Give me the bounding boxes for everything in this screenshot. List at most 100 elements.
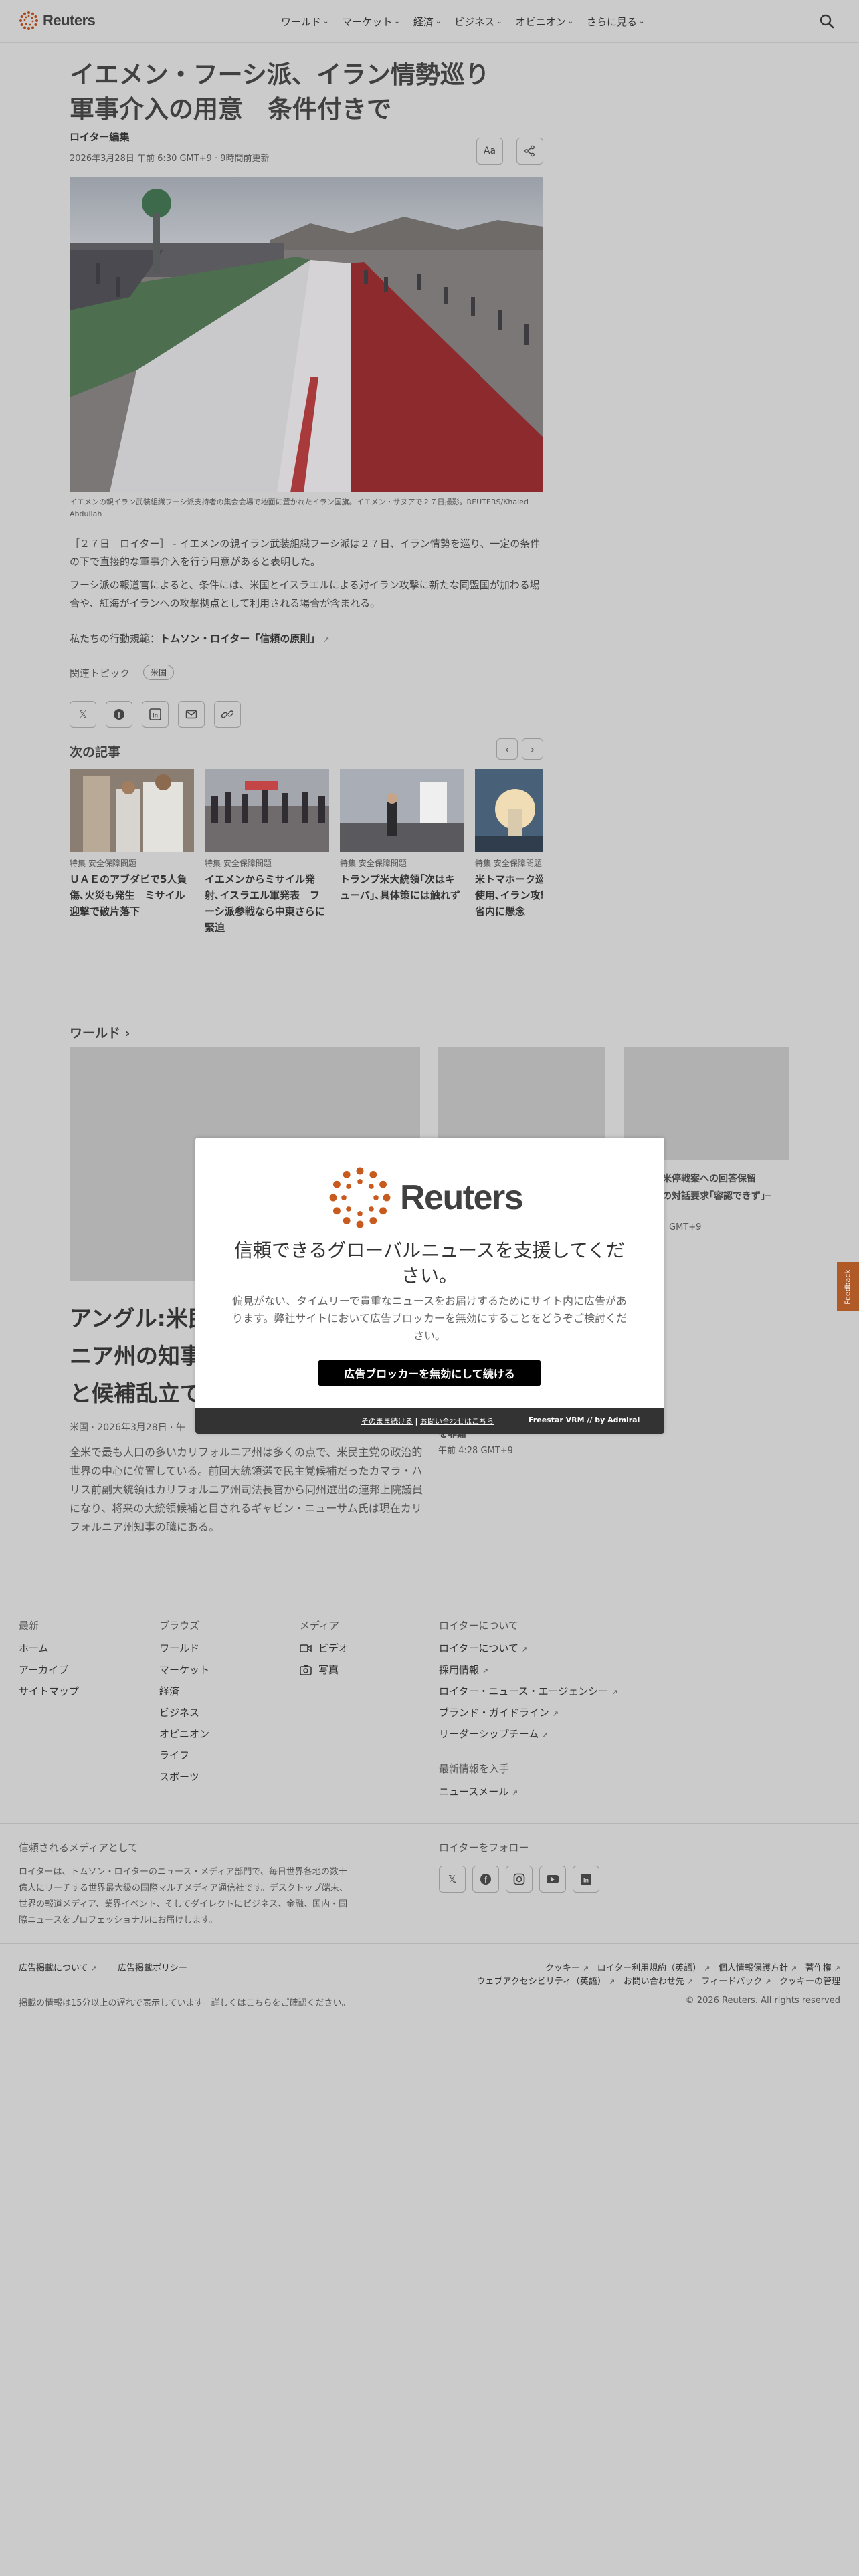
text-size-button[interactable]: Aa [476,138,503,165]
footer-link[interactable]: マーケット [159,1662,209,1677]
story-title[interactable]: の対話要求｢容認できず｣─ [662,1189,771,1202]
linkedin-icon: in [149,708,161,720]
footer-link[interactable]: スポーツ [159,1769,199,1784]
camera-icon [300,1665,312,1675]
next-article-card[interactable]: 特集 安全保障問題 トランプ米大統領｢次はキューバ｣､具体策には触れず [340,769,464,903]
footer-link-brand-guidelines[interactable]: ブランド・ガイドライン ↗ [439,1705,559,1719]
instagram-icon [513,1873,525,1885]
lead-headline-line: アングル:米民 [70,1305,210,1331]
accessibility-link[interactable]: ウェブアクセシビリティ（英語） ↗ [476,1977,615,1987]
share-button[interactable] [516,138,543,165]
article-headline: イエメン・フーシ派、イラン情勢巡り 軍事介入の用意 条件付きで [70,58,551,127]
footer-link-label: フィードバック [701,1977,763,1987]
external-link-icon: ↗ [704,1964,710,1973]
reuters-logo-icon [329,1167,391,1228]
continue-anyway-link[interactable]: そのまま続ける [361,1417,413,1426]
modal-reuters-logo: Reuters [328,1166,524,1230]
external-link-icon: ↗ [552,1709,559,1718]
chevron-down-icon: ⌄ [323,18,329,25]
nav-item-markets[interactable]: マーケット ⌄ [342,15,399,29]
footer-link-leadership[interactable]: リーダーシップチーム ↗ [439,1727,548,1741]
follow-x-button[interactable]: 𝕏 [439,1866,466,1893]
article-dateline: 2026年3月28日 午前 6:30 GMT+9 · 9時間前更新 [70,154,270,164]
copy-link-button[interactable] [214,701,241,728]
article-byline[interactable]: ロイター編集 [70,130,129,144]
svg-text:in: in [583,1877,589,1884]
footer-link-archive[interactable]: アーカイブ [19,1662,68,1677]
footer-link-sitemap[interactable]: サイトマップ [19,1684,79,1698]
follow-facebook-button[interactable]: f [472,1866,499,1893]
footer-link-careers[interactable]: 採用情報 ↗ [439,1662,488,1677]
follow-youtube-button[interactable] [539,1866,566,1893]
footer-link-label: ウェブアクセシビリティ（英語） [476,1977,606,1987]
nav-item-economy[interactable]: 経済 ⌄ [413,15,441,29]
ethics-prefix: 私たちの行動規範： [70,633,161,645]
card-title: ＵＡＥのアブダビで5人負傷､火災も発生 ミサイル迎撃で破片落下 [70,873,187,918]
copyright-link[interactable]: 著作権 ↗ [805,1963,840,1973]
article-thumbnail [205,769,329,852]
advertise-link[interactable]: 広告掲載について ↗ [19,1961,97,1973]
feedback-link[interactable]: フィードバック ↗ [701,1977,771,1987]
chevron-right-icon: › [124,1026,130,1041]
reuters-logo[interactable]: Reuters [19,11,96,31]
freestar-brand: Freestar VRM // by Admiral [529,1416,640,1424]
modal-footer: そのまま続ける | お問い合わせはこちら Freestar VRM // by … [195,1408,664,1434]
footer-link[interactable]: ワールド [159,1641,199,1655]
newsletter-link[interactable]: ニュースメール ↗ [439,1784,518,1798]
trust-principles-link[interactable]: トムソン・ロイター「信頼の原則」 [160,633,320,645]
lead-headline-line: ニア州の知事 [70,1343,202,1369]
manage-cookies-link[interactable]: クッキーの管理 [779,1977,840,1987]
nav-item-opinion[interactable]: オピニオン ⌄ [516,15,573,29]
cookies-link[interactable]: クッキー ↗ [545,1963,589,1973]
share-email-button[interactable] [178,701,205,728]
story-title[interactable]: 米停戦案への回答保留 [662,1172,756,1185]
topic-pill[interactable]: 米国 [143,665,175,680]
share-x-button[interactable]: 𝕏 [70,701,96,728]
footer-link[interactable]: オピニオン [159,1727,209,1741]
carousel-prev-button[interactable]: ‹ [496,738,518,760]
footer-link-label: お問い合わせ先 [623,1977,684,1987]
external-link-icon: ↗ [611,1688,618,1697]
footer-link[interactable]: ビジネス [159,1705,199,1719]
footer-link-photos[interactable]: 写真 [300,1662,339,1677]
related-topics-label: 関連トピック [70,667,130,679]
disable-adblocker-button[interactable]: 広告ブロッカーを無効にして続ける [318,1360,541,1386]
external-link-icon: ↗ [482,1667,489,1675]
footer-link[interactable]: 経済 [159,1684,179,1698]
share-linkedin-button[interactable]: in [142,701,169,728]
logo-text: Reuters [43,12,96,29]
world-section-link[interactable]: ワールド › [70,1023,130,1041]
footer-link-news-agency[interactable]: ロイター・ニュース・エージェンシー ↗ [439,1684,617,1698]
nav-item-world[interactable]: ワールド ⌄ [281,15,328,29]
contact-link[interactable]: お問い合わせはこちら [420,1417,494,1426]
feedback-tab[interactable]: Feedback [837,1262,859,1311]
search-button[interactable] [818,12,836,31]
x-icon: 𝕏 [78,708,88,720]
next-article-card[interactable]: 特集 安全保障問題 米トマホーク巡航ミサイル使用､イラン攻撃で国防総省内に懸念 [475,769,543,920]
footer-link-label: ロイター利用規約（英語） [597,1963,702,1973]
contact-us-link[interactable]: お問い合わせ先 ↗ [624,1977,693,1987]
carousel-next-button[interactable]: › [522,738,543,760]
nav-item-business[interactable]: ビジネス ⌄ [454,15,502,29]
footer-link-home[interactable]: ホーム [19,1641,49,1655]
follow-instagram-button[interactable] [506,1866,533,1893]
terms-link[interactable]: ロイター利用規約（英語） ↗ [597,1963,710,1973]
nav-item-more[interactable]: さらに見る ⌄ [587,15,644,29]
footer-link-label: クッキーの管理 [779,1977,840,1987]
privacy-link[interactable]: 個人情報保護方針 ↗ [719,1963,797,1973]
ad-policy-link[interactable]: 広告掲載ポリシー [118,1961,187,1973]
external-link-icon: ↗ [521,1645,528,1654]
external-link-icon: ↗ [765,1977,771,1986]
follow-linkedin-button[interactable]: in [573,1866,599,1893]
footer-link-label: クッキー [545,1963,580,1973]
footer-link-about[interactable]: ロイターについて ↗ [439,1641,528,1655]
footer-col-head: メディア [300,1620,339,1632]
footer-link[interactable]: ライフ [159,1748,189,1762]
footer-link-video[interactable]: ビデオ [300,1641,349,1655]
delay-note: 掲載の情報は15分以上の遅れで表示しています。詳しくはこちらをご確認ください。 [19,1998,351,2008]
copyright-notice: © 2026 Reuters. All rights reserved [685,1996,840,2006]
share-facebook-button[interactable]: f [106,701,132,728]
next-article-card[interactable]: 特集 安全保障問題 ＵＡＥのアブダビで5人負傷､火災も発生 ミサイル迎撃で破片落… [70,769,194,920]
next-article-card[interactable]: 特集 安全保障問題 イエメンからミサイル発射､イスラエル軍発表 フーシ派参戦なら… [205,769,329,936]
modal-footer-links: そのまま続ける | お問い合わせはこちら [361,1416,494,1426]
